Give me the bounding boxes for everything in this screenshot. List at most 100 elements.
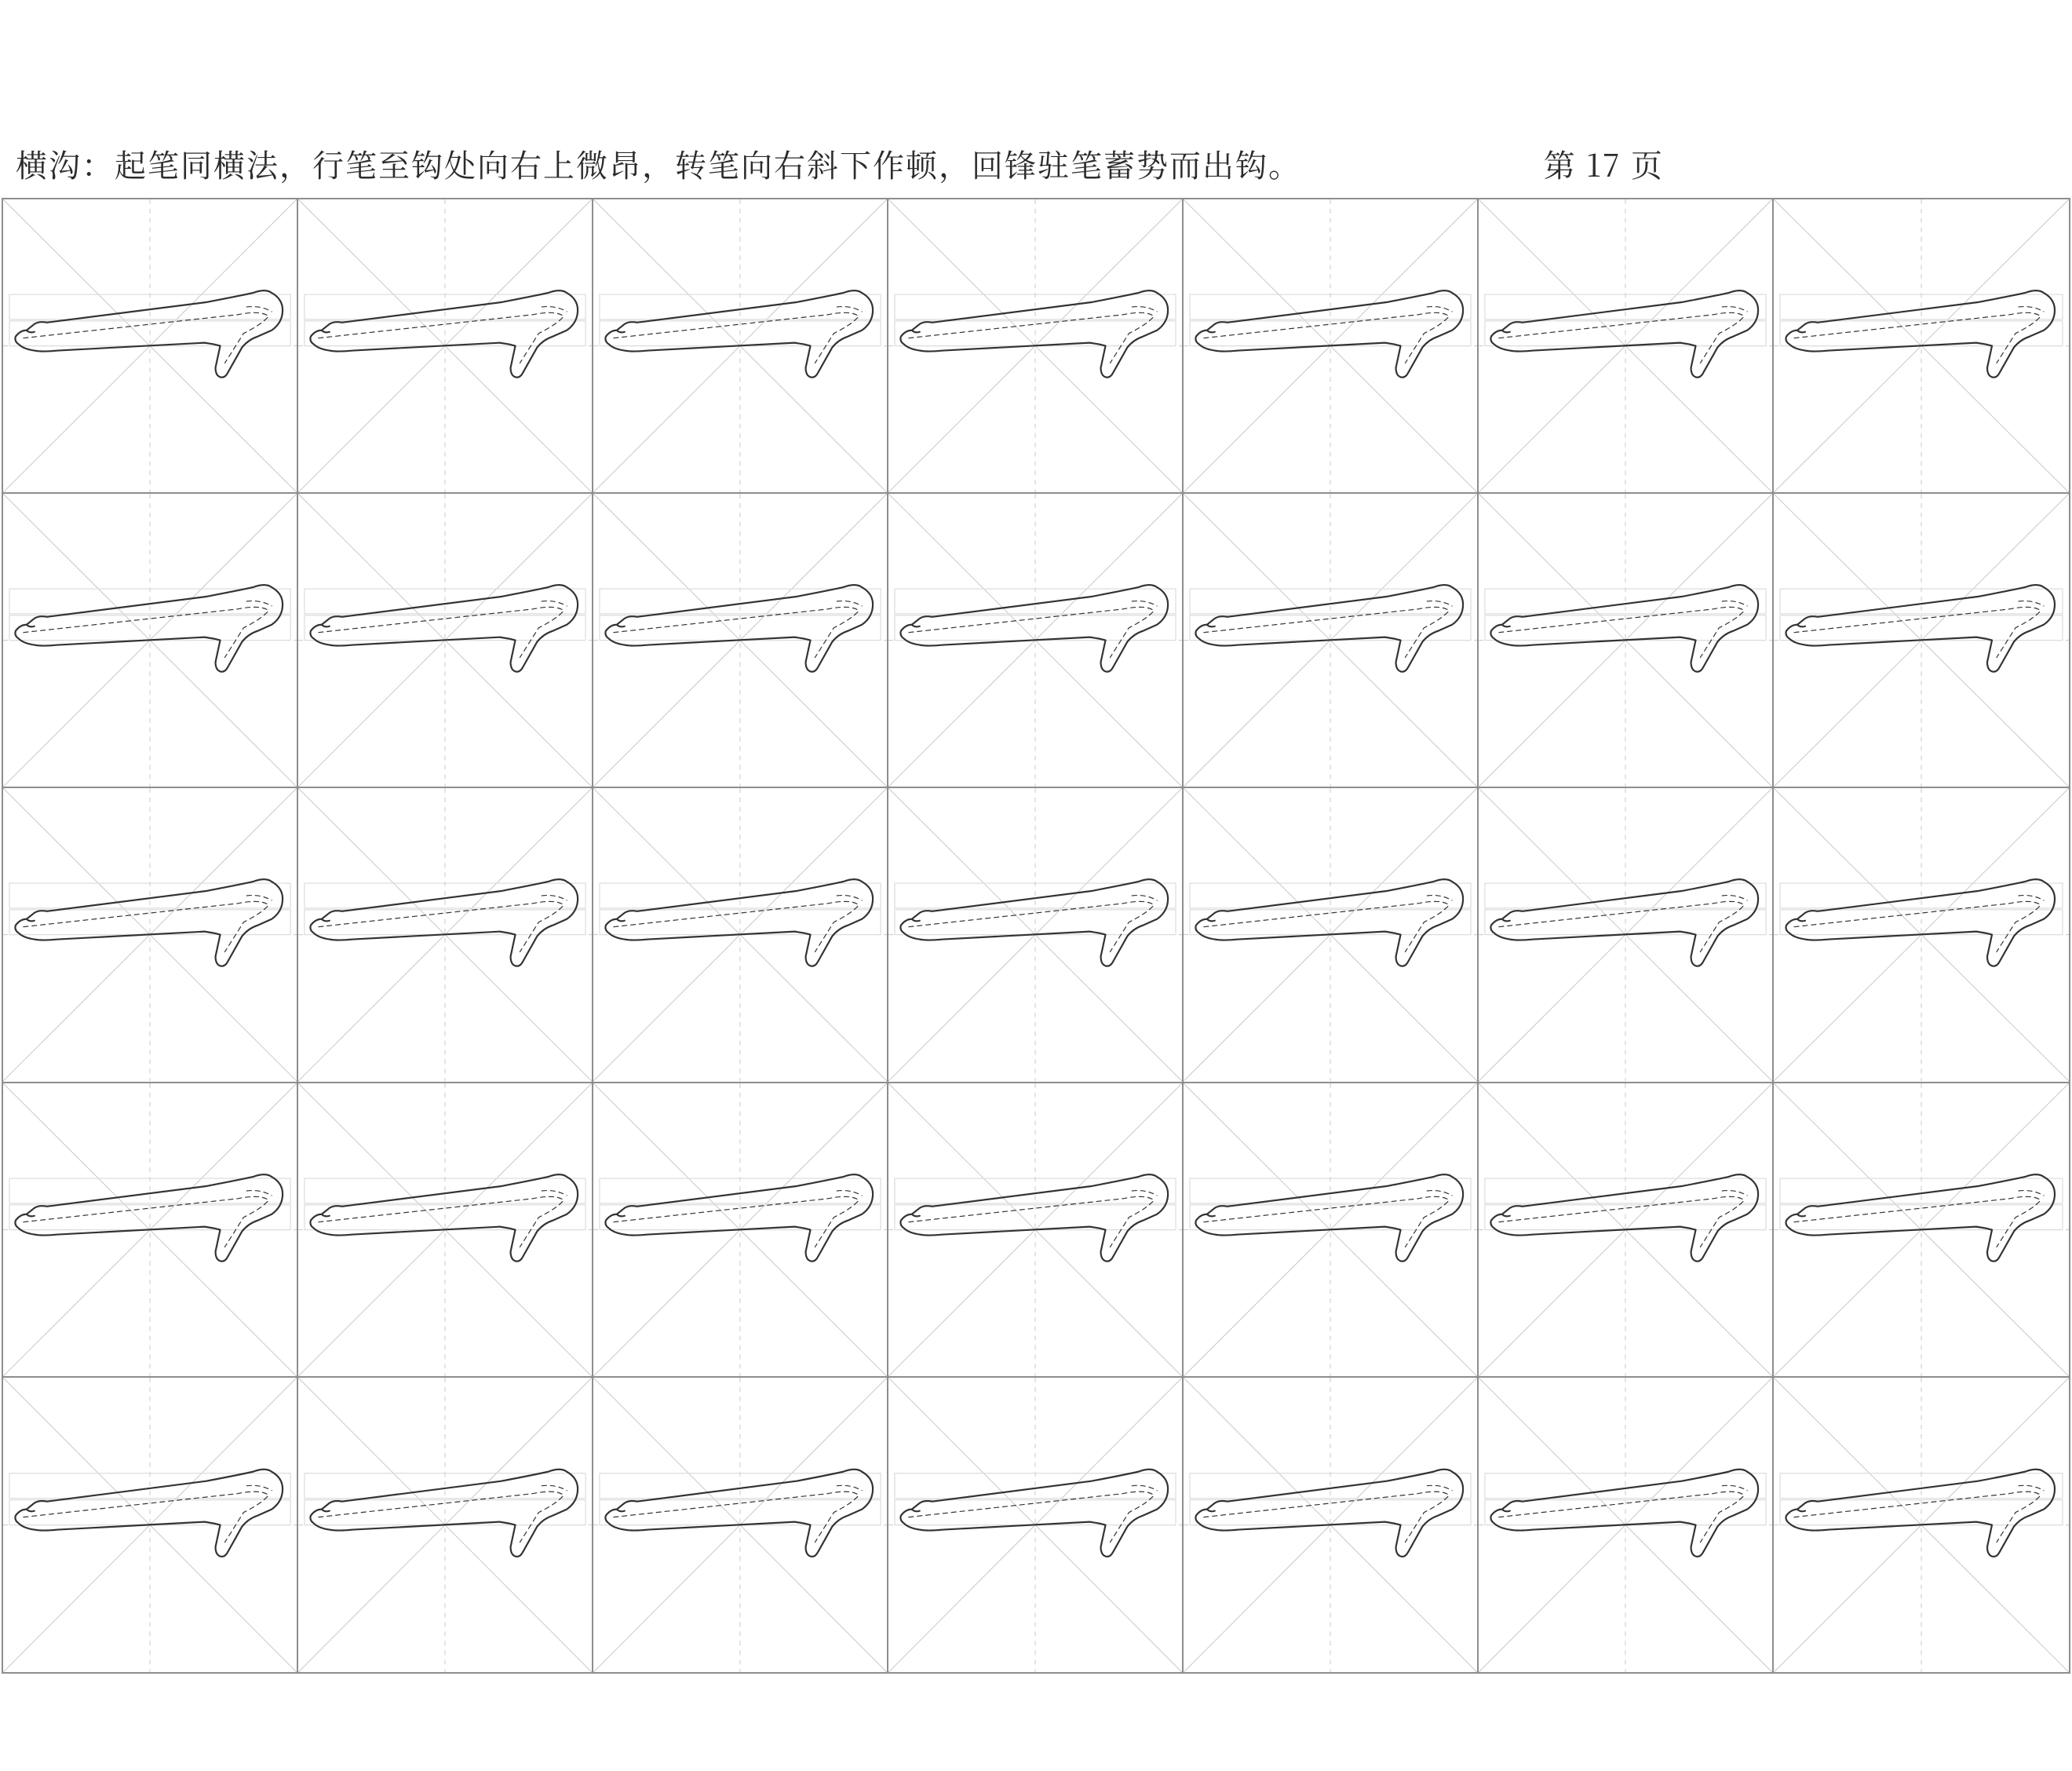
henggou-stroke-icon [310, 880, 578, 967]
henggou-stroke-icon [900, 585, 1168, 672]
cell-svg [3, 1083, 297, 1376]
stroke-instruction: 横沟：起笔同横法，行笔至钩处向右上微昂，转笔向右斜下作顿，回锋驻笔蓄势而出钩。 [16, 141, 1301, 186]
henggou-stroke-icon [900, 290, 1168, 378]
cell-svg [3, 1378, 297, 1672]
practice-cell [3, 1378, 298, 1672]
cell-svg [1184, 788, 1477, 1081]
cell-svg [888, 1083, 1182, 1376]
henggou-stroke-icon [605, 880, 873, 967]
practice-cell [298, 494, 593, 788]
cell-svg [888, 199, 1182, 492]
practice-cell [593, 788, 888, 1083]
henggou-stroke-icon [1786, 290, 2056, 378]
henggou-stroke-icon [1490, 1470, 1758, 1557]
henggou-stroke-icon [1490, 585, 1758, 672]
cell-svg [1184, 1378, 1477, 1672]
cell-svg [3, 199, 297, 492]
practice-cell [888, 494, 1184, 788]
henggou-stroke-icon [310, 1470, 578, 1557]
practice-cell [593, 1378, 888, 1672]
henggou-stroke-icon [1786, 585, 2056, 672]
henggou-stroke-icon [900, 1174, 1168, 1262]
cell-svg [298, 494, 592, 787]
cell-svg [3, 494, 297, 787]
practice-cell [1774, 199, 2069, 494]
page-header: 横沟：起笔同横法，行笔至钩处向右上微昂，转笔向右斜下作顿，回锋驻笔蓄势而出钩。 … [16, 141, 2041, 188]
henggou-stroke-icon [605, 585, 873, 672]
practice-cell [3, 788, 298, 1083]
practice-page: 横沟：起笔同横法，行笔至钩处向右上微昂，转笔向右斜下作顿，回锋驻笔蓄势而出钩。 … [0, 0, 2072, 1771]
practice-cell [1479, 494, 1774, 788]
cell-svg [3, 788, 297, 1081]
henggou-stroke-icon [900, 1470, 1168, 1557]
cell-svg [1479, 199, 1772, 492]
practice-cell [1479, 788, 1774, 1083]
cell-svg [593, 494, 887, 787]
practice-cell [1479, 1378, 1774, 1672]
henggou-stroke-icon [15, 585, 283, 672]
henggou-stroke-icon [310, 290, 578, 378]
cell-svg [1774, 199, 2069, 492]
practice-cell [1184, 1083, 1479, 1378]
practice-cell [298, 1083, 593, 1378]
practice-cell [593, 494, 888, 788]
cell-svg [888, 1378, 1182, 1672]
practice-cell [888, 1083, 1184, 1378]
cell-svg [888, 788, 1182, 1081]
practice-cell [888, 788, 1184, 1083]
cell-svg [1184, 199, 1477, 492]
cell-svg [593, 1083, 887, 1376]
practice-cell [298, 199, 593, 494]
henggou-stroke-icon [310, 1174, 578, 1262]
cell-svg [1479, 788, 1772, 1081]
practice-cell [1184, 494, 1479, 788]
cell-svg [1479, 494, 1772, 787]
practice-cell [1184, 199, 1479, 494]
practice-cell [3, 1083, 298, 1378]
cell-svg [298, 1083, 592, 1376]
cell-svg [1774, 1378, 2069, 1672]
henggou-stroke-icon [1490, 290, 1758, 378]
henggou-stroke-icon [15, 880, 283, 967]
henggou-stroke-icon [15, 1470, 283, 1557]
cell-svg [1774, 1083, 2069, 1376]
cell-svg [1479, 1083, 1772, 1376]
henggou-stroke-icon [605, 290, 873, 378]
henggou-stroke-icon [1195, 290, 1463, 378]
henggou-stroke-icon [900, 880, 1168, 967]
practice-cell [1479, 1083, 1774, 1378]
cell-svg [1774, 788, 2069, 1081]
henggou-stroke-icon [1490, 880, 1758, 967]
cell-svg [888, 494, 1182, 787]
practice-cell [1774, 1083, 2069, 1378]
henggou-stroke-icon [1195, 1470, 1463, 1557]
practice-cell [3, 494, 298, 788]
cell-svg [298, 1378, 592, 1672]
practice-grid [2, 198, 2070, 1674]
page-number: 第 17 页 [1544, 141, 1664, 186]
practice-cell [888, 1378, 1184, 1672]
cell-svg [1774, 494, 2069, 787]
practice-cell [1774, 1378, 2069, 1672]
cell-svg [593, 788, 887, 1081]
practice-cell [593, 1083, 888, 1378]
henggou-stroke-icon [1195, 1174, 1463, 1262]
henggou-stroke-icon [1786, 880, 2056, 967]
practice-cell [593, 199, 888, 494]
practice-cell [1774, 494, 2069, 788]
henggou-stroke-icon [1195, 585, 1463, 672]
practice-cell [1774, 788, 2069, 1083]
henggou-stroke-icon [605, 1174, 873, 1262]
henggou-stroke-icon [605, 1470, 873, 1557]
cell-svg [1479, 1378, 1772, 1672]
practice-cell [888, 199, 1184, 494]
practice-cell [3, 199, 298, 494]
practice-cell [1184, 788, 1479, 1083]
practice-cell [298, 1378, 593, 1672]
cell-svg [298, 788, 592, 1081]
practice-cell [1184, 1378, 1479, 1672]
henggou-stroke-icon [1786, 1470, 2056, 1557]
henggou-stroke-icon [1195, 880, 1463, 967]
practice-cell [1479, 199, 1774, 494]
henggou-stroke-icon [15, 290, 283, 378]
